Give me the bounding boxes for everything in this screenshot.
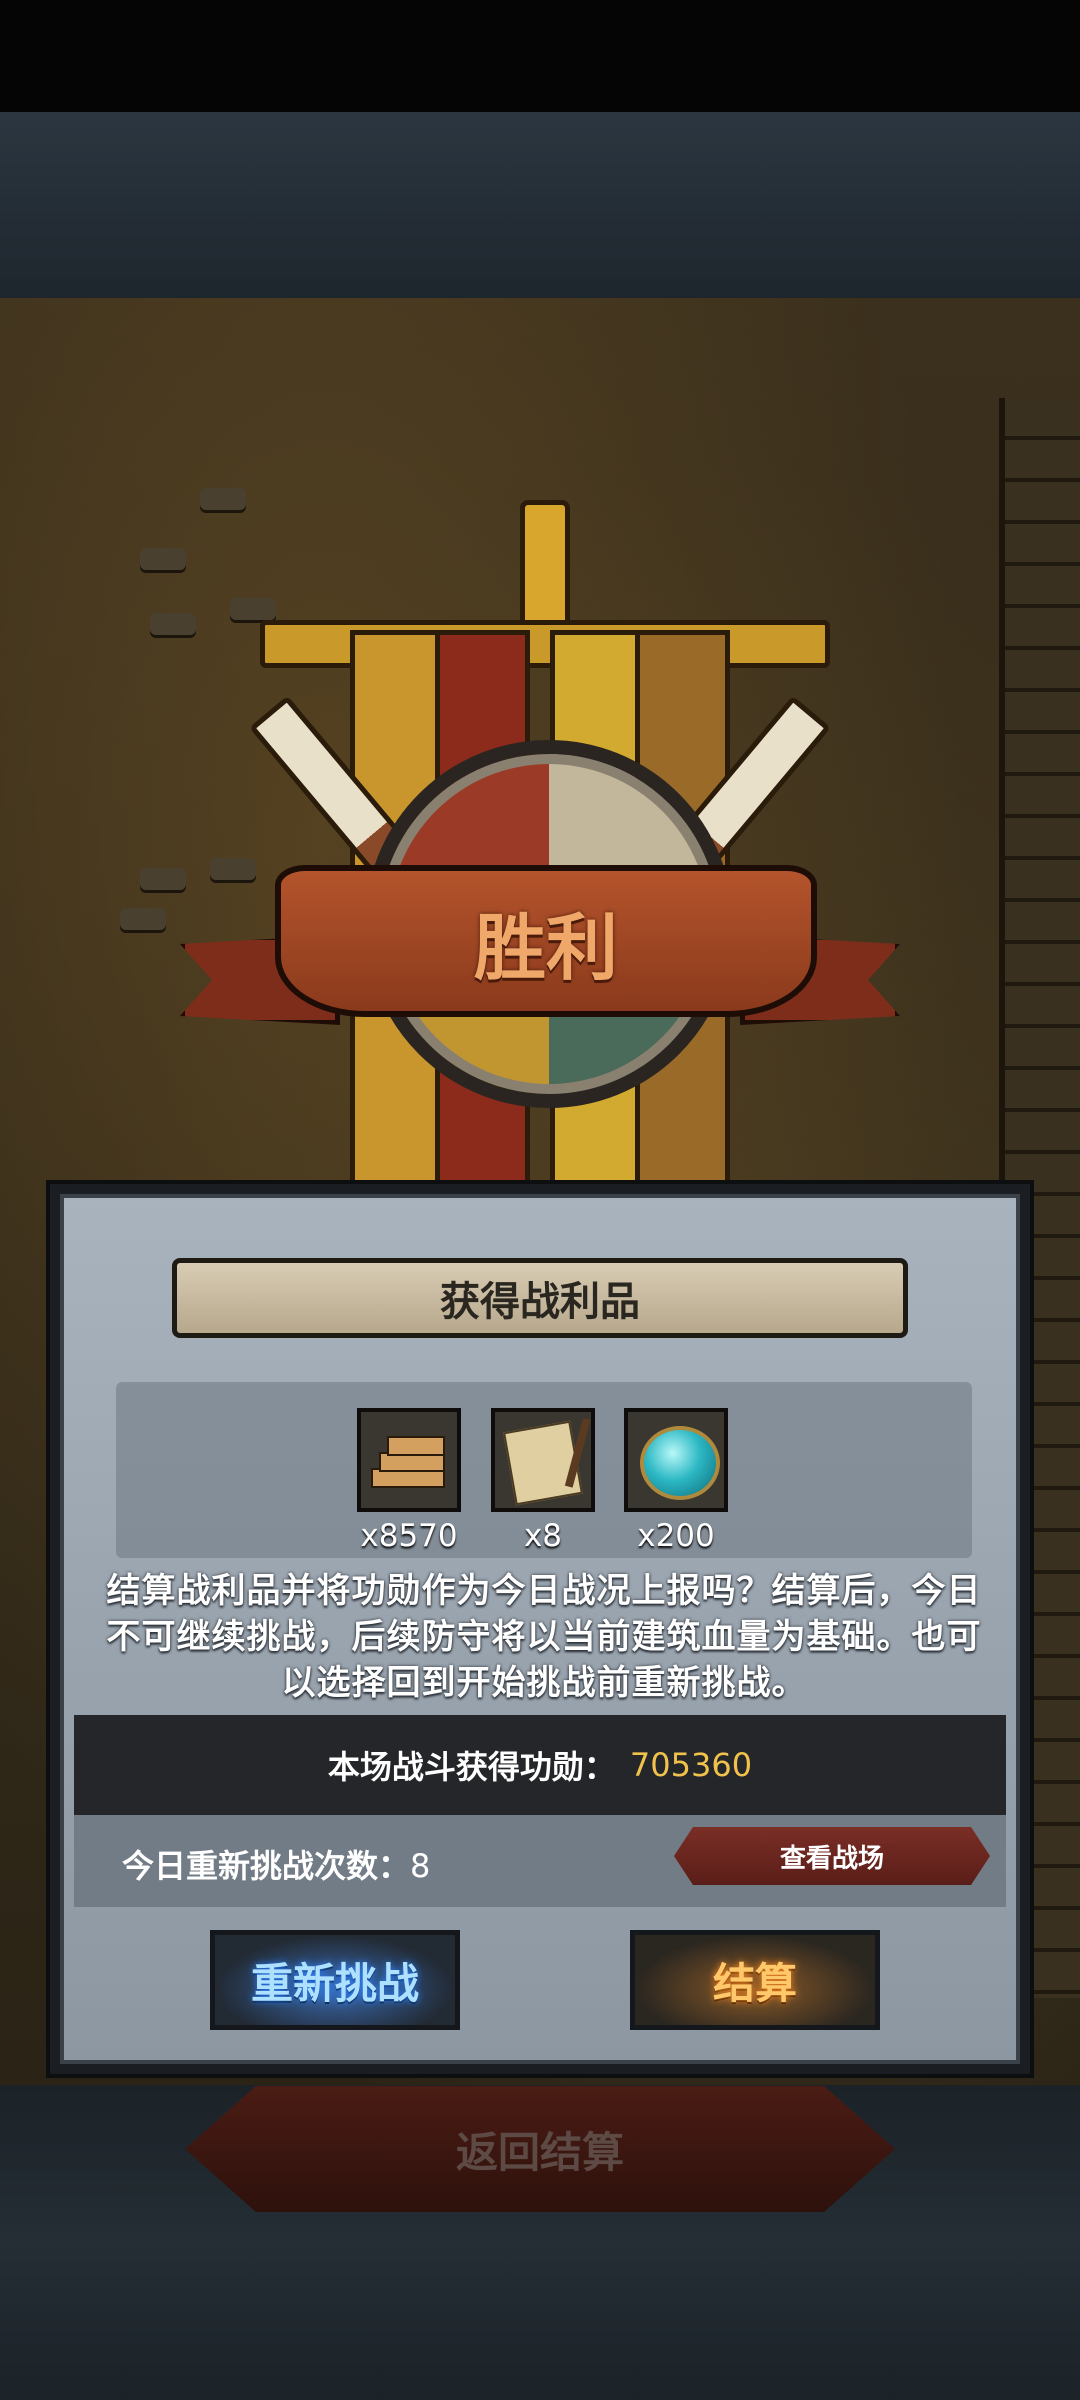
reward-item[interactable]: x8570 <box>354 1408 464 1554</box>
reward-item[interactable]: x8 <box>488 1408 598 1554</box>
retry-count-label: 今日重新挑战次数：8 <box>122 1841 430 1887</box>
retry-button[interactable]: 重新挑战 <box>210 1930 460 2030</box>
retry-count-text: 今日重新挑战次数： <box>122 1847 411 1885</box>
victory-title: 胜利 <box>473 905 618 990</box>
title-ribbon: 胜利 <box>180 865 900 1045</box>
return-settle-button[interactable]: 返回结算 <box>185 2086 895 2212</box>
settlement-description: 结算战利品并将功勋作为今日战况上报吗？结算后，今日不可继续挑战，后续防守将以当前… <box>106 1571 982 1703</box>
rewards-box: x8570 x8 x200 <box>116 1382 972 1558</box>
emblem-crossbar <box>260 620 830 668</box>
result-panel: 获得战利品 x8570 x8 x200 结算战利品并将功勋作为今日战况上报吗？结… <box>46 1180 1034 2078</box>
retry-count-value: 8 <box>410 1847 431 1885</box>
reward-count: x8570 <box>360 1518 458 1554</box>
reward-item[interactable]: x200 <box>621 1408 731 1554</box>
gem-icon <box>640 1426 720 1500</box>
top-frame <box>0 112 1080 302</box>
emblem-pole <box>520 500 570 630</box>
ribbon-body: 胜利 <box>275 865 817 1017</box>
victory-emblem: 胜利 <box>180 480 900 1200</box>
merit-label: 本场战斗获得功勋： <box>327 1748 616 1786</box>
reward-count: x200 <box>637 1518 715 1554</box>
merit-bar: 本场战斗获得功勋： 705360 <box>74 1715 1006 1815</box>
reward-icon-frame <box>624 1408 728 1512</box>
loot-title: 获得战利品 <box>440 1279 640 1325</box>
rubble-stone <box>120 908 166 930</box>
bricks-icon <box>371 1436 447 1488</box>
reward-count: x8 <box>523 1518 563 1554</box>
status-bar-area <box>0 0 1080 112</box>
reward-icon-frame <box>357 1408 461 1512</box>
scroll-quill-icon <box>503 1420 583 1506</box>
loot-header: 获得战利品 <box>172 1258 908 1338</box>
result-panel-inner: 获得战利品 x8570 x8 x200 结算战利品并将功勋作为今日战况上报吗？结… <box>60 1194 1020 2064</box>
reward-icon-frame <box>491 1408 595 1512</box>
view-battlefield-button[interactable]: 查看战场 <box>674 1827 990 1885</box>
return-settle-label: 返回结算 <box>455 2127 624 2177</box>
merit-value: 705360 <box>629 1746 753 1784</box>
retry-row: 今日重新挑战次数：8 查看战场 <box>74 1815 1006 1907</box>
settle-button[interactable]: 结算 <box>630 1930 880 2030</box>
